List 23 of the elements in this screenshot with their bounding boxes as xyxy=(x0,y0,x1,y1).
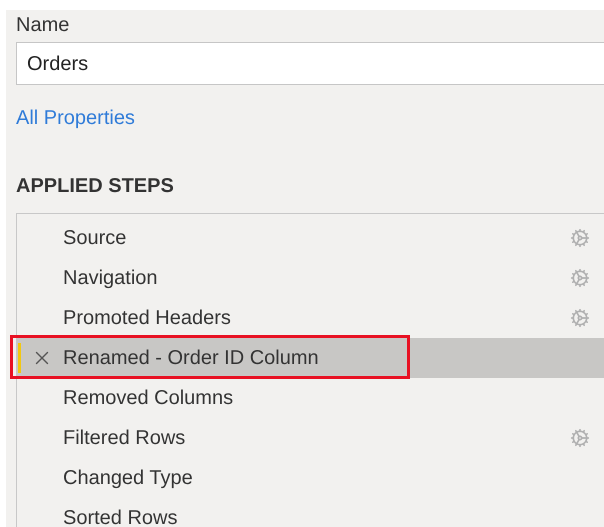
step-label: Navigation xyxy=(63,266,158,291)
step-item[interactable]: Filtered Rows xyxy=(17,418,604,458)
step-item[interactable]: Changed Type xyxy=(17,458,604,498)
step-label: Removed Columns xyxy=(63,386,234,411)
settings-icon[interactable] xyxy=(570,428,590,448)
applied-steps-heading: APPLIED STEPS xyxy=(16,174,175,199)
step-item[interactable]: Source xyxy=(17,218,604,258)
name-field[interactable]: Orders xyxy=(16,42,604,85)
step-label: Filtered Rows xyxy=(63,426,186,451)
step-item[interactable]: Removed Columns xyxy=(17,378,604,418)
step-item[interactable]: Promoted Headers xyxy=(17,298,604,338)
step-item[interactable]: Navigation xyxy=(17,258,604,298)
name-label: Name xyxy=(16,13,70,38)
step-label: Sorted Rows xyxy=(63,506,178,527)
settings-icon[interactable] xyxy=(570,228,590,248)
settings-icon[interactable] xyxy=(570,268,590,288)
all-properties-link[interactable]: All Properties xyxy=(16,103,135,133)
step-label: Source xyxy=(63,226,126,251)
settings-icon[interactable] xyxy=(570,308,590,328)
step-label: Promoted Headers xyxy=(63,306,231,331)
step-label: Renamed - Order ID Column xyxy=(63,346,319,371)
step-item[interactable]: Sorted Rows xyxy=(17,498,604,527)
step-label: Changed Type xyxy=(63,466,193,491)
